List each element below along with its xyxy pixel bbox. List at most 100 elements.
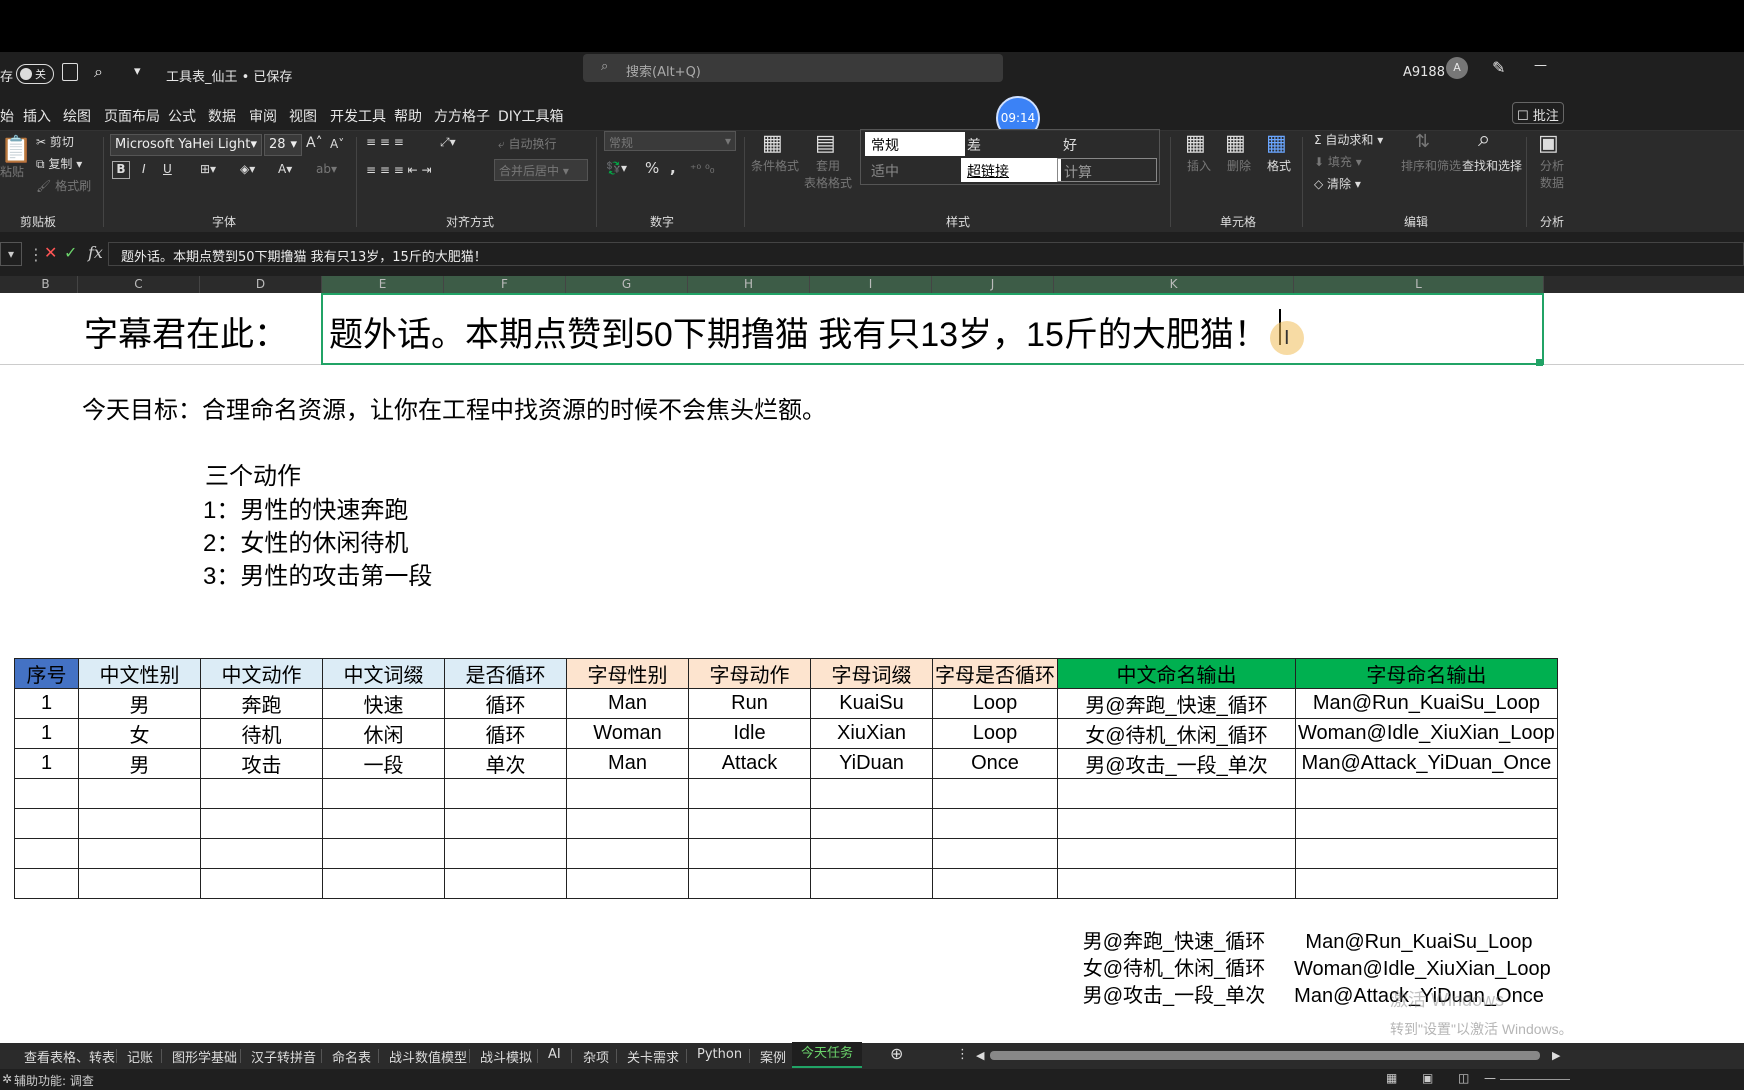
table-cell[interactable]: 女 [78, 718, 201, 749]
table-cell[interactable]: 1 [14, 748, 79, 779]
comment-button[interactable]: ☐ 批注 [1512, 102, 1564, 124]
align-left-icon[interactable]: ≡ ≡ ≡ ⇤ ⇥ [366, 163, 432, 177]
menu-ffgz[interactable]: 方方格子 [434, 106, 490, 126]
col-header-f[interactable]: F [444, 276, 566, 293]
sheet-tab[interactable]: 战斗模拟 [480, 1047, 532, 1066]
status-text[interactable]: 辅助功能: 调查 [14, 1072, 94, 1089]
output-en-item[interactable]: Man@Run_KuaiSu_Loop [1294, 929, 1544, 956]
search-icon[interactable]: ⌕ [94, 62, 103, 82]
table-cell[interactable]: XiuXian [810, 718, 933, 749]
save-icon[interactable] [62, 63, 78, 81]
menu-developer[interactable]: 开发工具 [330, 106, 386, 126]
scroll-right-icon[interactable]: ▶ [1552, 1049, 1560, 1062]
bold-button[interactable]: B [112, 161, 130, 179]
clear-button[interactable]: ◇ 清除 ▾ [1314, 175, 1361, 192]
avatar[interactable]: A [1446, 57, 1468, 79]
caption-cell[interactable]: 字幕君在此： [84, 307, 288, 356]
menu-diy[interactable]: DIY工具箱 [498, 106, 563, 126]
table-header[interactable]: 中文词缀 [322, 658, 445, 689]
menu-data[interactable]: 数据 [208, 106, 236, 126]
fill-button[interactable]: ⬇ 填充 ▾ [1314, 153, 1362, 170]
horizontal-scrollbar[interactable] [990, 1051, 1540, 1060]
filename[interactable]: 工具表_仙王 • 已保存 [166, 66, 292, 85]
table-cell[interactable]: 攻击 [200, 748, 323, 779]
decimal-icon[interactable]: ⁺⁰ ⁰₀ [690, 162, 715, 176]
table-cell[interactable]: Man@Run_KuaiSu_Loop [1295, 688, 1558, 719]
menu-insert[interactable]: 插入 [23, 106, 51, 126]
style-calc[interactable]: 计算 [1057, 158, 1157, 182]
output-en-item[interactable]: Woman@Idle_XiuXian_Loop [1294, 956, 1551, 983]
sheet-tab[interactable]: 战斗数值模型 [389, 1047, 467, 1066]
table-cell[interactable]: 男@攻击_一段_单次 [1057, 748, 1296, 779]
page-layout-view-icon[interactable]: ▣ [1422, 1071, 1433, 1085]
zoom-out-icon[interactable]: — [1484, 1071, 1496, 1085]
phonetic-icon[interactable]: ab▾ [316, 162, 337, 176]
paste-icon[interactable]: 📋 [0, 135, 32, 165]
menu-page-layout[interactable]: 页面布局 [104, 106, 160, 126]
sheet-tab[interactable]: 关卡需求 [627, 1047, 679, 1066]
sheet-tab[interactable]: 查看表格、转表 [24, 1047, 115, 1066]
sheet-tab[interactable]: 杂项 [583, 1047, 609, 1066]
goal-text[interactable]: 今天目标：合理命名资源，让你在工程中找资源的时候不会焦头烂额。 [82, 390, 826, 425]
col-header-g[interactable]: G [566, 276, 688, 293]
fill-handle[interactable] [1536, 359, 1543, 366]
increase-font-icon[interactable]: A˄ [306, 135, 323, 151]
table-cell[interactable]: 一段 [322, 748, 445, 779]
table-header[interactable]: 字母是否循环 [932, 658, 1058, 689]
table-cell[interactable]: Woman@Idle_XiuXian_Loop [1295, 718, 1558, 749]
actions-title[interactable]: 三个动作 [205, 456, 301, 491]
col-header-e[interactable]: E [322, 276, 444, 293]
format-cells-button[interactable]: 格式 [1267, 157, 1291, 174]
autosum-button[interactable]: Σ 自动求和 ▾ [1314, 131, 1383, 148]
table-header[interactable]: 字母动作 [688, 658, 811, 689]
formula-input[interactable]: 题外话。本期点赞到50下期撸猫 我有只13岁，15斤的大肥猫！ [108, 242, 1744, 266]
number-format-select[interactable]: 常规 ▾ [604, 131, 736, 151]
merge-center-button[interactable]: 合并后居中 ▾ [494, 159, 588, 181]
font-name-select[interactable]: Microsoft YaHei Light ▾ [110, 134, 262, 156]
border-icon[interactable]: ⊞▾ [200, 162, 216, 176]
menu-home[interactable]: 始 [0, 106, 14, 126]
action-item[interactable]: 2：女性的休闲待机 [203, 523, 408, 558]
table-cell[interactable]: YiDuan [810, 748, 933, 779]
sheet-tab[interactable]: 汉子转拼音 [251, 1047, 316, 1066]
analyze-icon[interactable]: ▣ [1538, 131, 1559, 156]
table-header[interactable]: 中文命名输出 [1057, 658, 1296, 689]
tabs-more-icon[interactable]: ⋮ [956, 1047, 969, 1062]
italic-button[interactable]: I [142, 162, 146, 176]
table-cell[interactable]: 女@待机_休闲_循环 [1057, 718, 1296, 749]
conditional-format-icon[interactable]: ▦ [762, 131, 783, 156]
orientation-icon[interactable]: ⤢▾ [440, 135, 456, 150]
sort-filter-button[interactable]: 排序和筛选 [1401, 157, 1461, 174]
style-good[interactable]: 好 [1057, 132, 1157, 156]
menu-help[interactable]: 帮助 [394, 106, 422, 126]
col-header-h[interactable]: H [688, 276, 810, 293]
comma-button[interactable]: , [670, 159, 676, 177]
table-header[interactable]: 字母命名输出 [1295, 658, 1558, 689]
conditional-format-button[interactable]: 条件格式 [750, 157, 800, 174]
table-format-button[interactable]: 套用 表格格式 [800, 157, 856, 191]
name-box-dropdown[interactable]: ▾ [0, 242, 22, 266]
table-cell[interactable]: 快速 [322, 688, 445, 719]
table-cell[interactable]: Once [932, 748, 1058, 779]
format-painter-button[interactable]: 🖌 格式刷 [36, 177, 91, 194]
align-top-icon[interactable]: ≡ ≡ ≡ [366, 135, 404, 149]
action-item[interactable]: 1：男性的快速奔跑 [203, 490, 408, 525]
insert-cells-icon[interactable]: ▦ [1185, 131, 1206, 156]
cancel-icon[interactable]: ✕ [44, 243, 57, 262]
table-cell[interactable]: 奔跑 [200, 688, 323, 719]
col-header-j[interactable]: J [932, 276, 1054, 293]
table-cell[interactable]: 男@奔跑_快速_循环 [1057, 688, 1296, 719]
copy-button[interactable]: ⧉ 复制 ▾ [36, 155, 82, 172]
delete-cells-icon[interactable]: ▦ [1225, 131, 1246, 156]
menu-formulas[interactable]: 公式 [168, 106, 196, 126]
table-header[interactable]: 字母词缀 [810, 658, 933, 689]
table-header[interactable]: 是否循环 [444, 658, 567, 689]
minimize-button[interactable]: — [1534, 58, 1547, 73]
style-neutral[interactable]: 适中 [865, 158, 965, 182]
col-header-c[interactable]: C [78, 276, 200, 293]
delete-cells-button[interactable]: 删除 [1227, 157, 1251, 174]
function-icon[interactable]: fx [88, 243, 103, 262]
user-name[interactable]: A9188 [1403, 65, 1445, 80]
find-select-button[interactable]: 查找和选择 [1462, 157, 1522, 174]
font-color-icon[interactable]: A▾ [278, 162, 292, 176]
